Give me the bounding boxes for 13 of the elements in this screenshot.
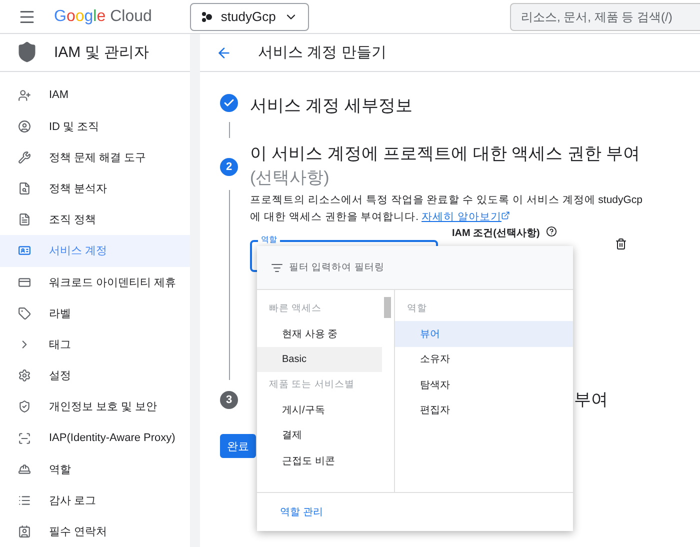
condition-label: IAM 조건(선택사항) xyxy=(452,227,540,241)
step-number: 3 xyxy=(220,391,238,409)
step-number: 2 xyxy=(220,158,238,176)
description-text: 프로젝트의 리소스에서 특정 작업을 완료할 수 있도록 이 서비스 계정에 studyGcp 에 대한 액세스 권한을 부여합니다. 자세히 알아보기 xyxy=(250,193,644,225)
sidebar-title: IAM 및 관리자 xyxy=(54,42,150,62)
step-title: 부여 xyxy=(574,389,608,411)
page-title: 서비스 계정 만들기 xyxy=(258,43,386,62)
step-title: 이 서비스 계정에 프로젝트에 대한 액세스 권한 부여 xyxy=(250,143,640,165)
step-title: 서비스 계정 세부정보 xyxy=(250,95,412,117)
roles-header: 역할 xyxy=(406,302,428,316)
group-header: 빠른 액세스 xyxy=(268,302,323,316)
group-header: 제품 또는 서비스별 xyxy=(268,378,356,392)
optional-text: (선택사항) xyxy=(250,167,330,189)
